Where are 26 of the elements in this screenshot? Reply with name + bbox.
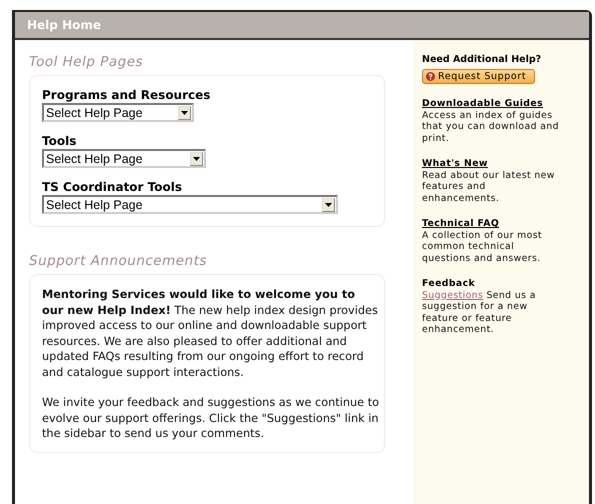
field-label: TS Coordinator Tools [42, 180, 183, 195]
caret-icon [193, 156, 200, 160]
sidebar-heading: Need Additional Help? [422, 54, 542, 65]
sidebar-description: Read about our latest new features and enhancements. [422, 170, 556, 204]
sidebar-description: Access an index of guides that you can download and print. [422, 110, 560, 144]
sidebar-link[interactable]: Downloadable Guides [422, 98, 544, 110]
caret-icon [181, 110, 188, 114]
dropdown[interactable]: Select Help Page [42, 103, 194, 122]
sidebar-description: Suggestions Send us a suggestion for a new feature or feature enhancement. [422, 290, 537, 336]
section-heading: Support Announcements [29, 253, 208, 269]
caret-icon [325, 202, 332, 206]
dropdown[interactable]: Select Help Page [42, 195, 338, 214]
suggestions-link[interactable]: Suggestions [422, 290, 484, 300]
window-title: Help Home [27, 18, 101, 32]
sidebar-link[interactable]: What's New [422, 158, 488, 170]
announcement-text: Mentoring Services would like to welcome you to our new Help Index! The new help index design provides improved access to our online and downloadable support resources. We are also pleased to offer additional and updated FAQs resulting from our ongoing effort to record and catalogue support interactions. [42, 287, 379, 380]
request-support-button[interactable]: Request Support [422, 69, 536, 84]
field-label: Tools [42, 134, 78, 149]
announcement-text: We invite your feedback and suggestions as we continue to evolve our support offerings. Click the "Suggestions" link in the sidebar to send us your comments. [42, 395, 380, 442]
help-icon [426, 72, 435, 81]
dropdown[interactable]: Select Help Page [42, 149, 206, 168]
sidebar-link[interactable]: Technical FAQ [422, 218, 500, 230]
sidebar-section-title: Feedback [422, 278, 476, 290]
field-label: Programs and Resources [42, 88, 212, 103]
section-heading: Tool Help Pages [29, 54, 144, 70]
sidebar-description: A collection of our most common technical questions and answers. [422, 230, 543, 264]
